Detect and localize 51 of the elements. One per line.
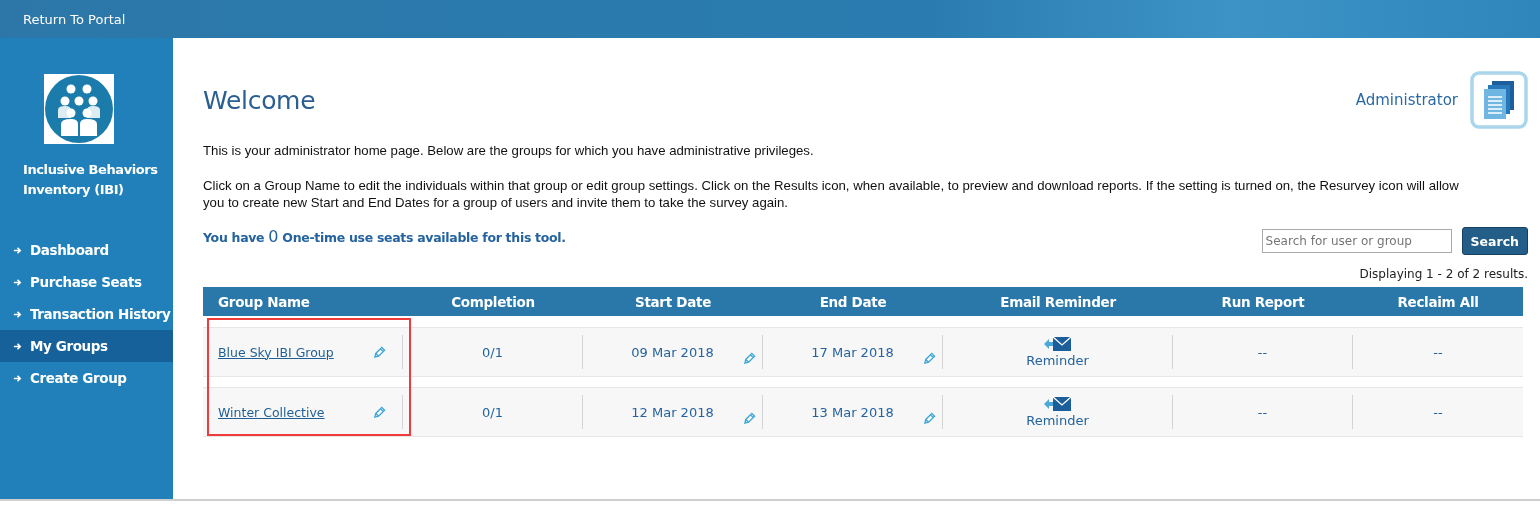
table-cell: 13 Mar 2018 (811, 404, 894, 420)
group-name-link[interactable]: Winter Collective (218, 404, 325, 420)
page-title: Welcome (203, 85, 316, 115)
pencil-icon[interactable] (373, 405, 386, 419)
search-field[interactable]: Search for user or group (1261, 229, 1452, 253)
documents-icon[interactable] (1470, 71, 1528, 129)
pencil-icon[interactable] (923, 412, 936, 425)
column-header: Email Reminder (999, 293, 1117, 310)
table-cell: -- (1257, 344, 1268, 360)
pencil-icon[interactable] (373, 345, 386, 359)
table-cell: 0/1 (482, 404, 503, 420)
arrow-icon (13, 373, 22, 383)
app-name: Inclusive Behaviors Inventory (IBI) (22, 161, 159, 199)
arrow-icon (13, 277, 22, 287)
reminder-link[interactable]: Reminder (1026, 413, 1089, 428)
seats-notice: You have 0 One-time use seats available for this tool. (203, 227, 566, 248)
column-header: Run Report (1220, 293, 1306, 310)
sidebar-item[interactable]: Dashboard (0, 234, 173, 266)
sidebar-item[interactable]: Transaction History (0, 298, 173, 330)
intro-paragraph: Click on a Group Name to edit the individuals within that group or edit group settings. Click on the Results icon, when available, to preview and download reports. If the setting is turned on, the Resurvey icon will allow you to create new Start and End Dates for a group of users and invite them to take the survey again. (203, 177, 1460, 211)
column-header: Start Date (634, 293, 712, 310)
pencil-icon[interactable] (923, 352, 936, 365)
search-button[interactable]: Search (1461, 227, 1528, 255)
table-cell: 12 Mar 2018 (631, 404, 714, 420)
intro-paragraph: This is your administrator home page. Below are the groups for which you have administrative privileges. (203, 142, 815, 159)
sidebar-item[interactable]: My Groups (0, 330, 173, 362)
table-cell: -- (1433, 344, 1443, 360)
pencil-icon[interactable] (743, 352, 756, 365)
table-cell: 09 Mar 2018 (631, 344, 714, 360)
sidebar-item[interactable]: Create Group (0, 362, 173, 394)
table-cell: 17 Mar 2018 (811, 344, 894, 360)
role-label: Administrator (1355, 91, 1458, 109)
table-cell: 0/1 (482, 344, 503, 360)
column-header: Group Name (217, 293, 311, 310)
column-header: End Date (818, 293, 888, 310)
pencil-icon[interactable] (743, 412, 756, 425)
reminder-link[interactable]: Reminder (1026, 353, 1089, 368)
column-header: Completion (450, 293, 536, 310)
sidebar-item[interactable]: Purchase Seats (0, 266, 173, 298)
column-header: Reclaim All (1396, 293, 1480, 310)
arrow-icon (13, 309, 22, 319)
results-count: Displaying 1 - 2 of 2 results. (1358, 267, 1528, 281)
envelope-icon[interactable] (1043, 396, 1072, 412)
envelope-icon[interactable] (1043, 336, 1072, 352)
people-logo-icon (43, 74, 114, 144)
table-cell: -- (1433, 404, 1443, 420)
group-name-link[interactable]: Blue Sky IBI Group (218, 344, 334, 360)
return-to-portal-link[interactable]: Return To Portal (23, 11, 126, 27)
arrow-icon (13, 245, 22, 255)
arrow-icon (13, 341, 22, 351)
table-cell: -- (1257, 404, 1268, 420)
